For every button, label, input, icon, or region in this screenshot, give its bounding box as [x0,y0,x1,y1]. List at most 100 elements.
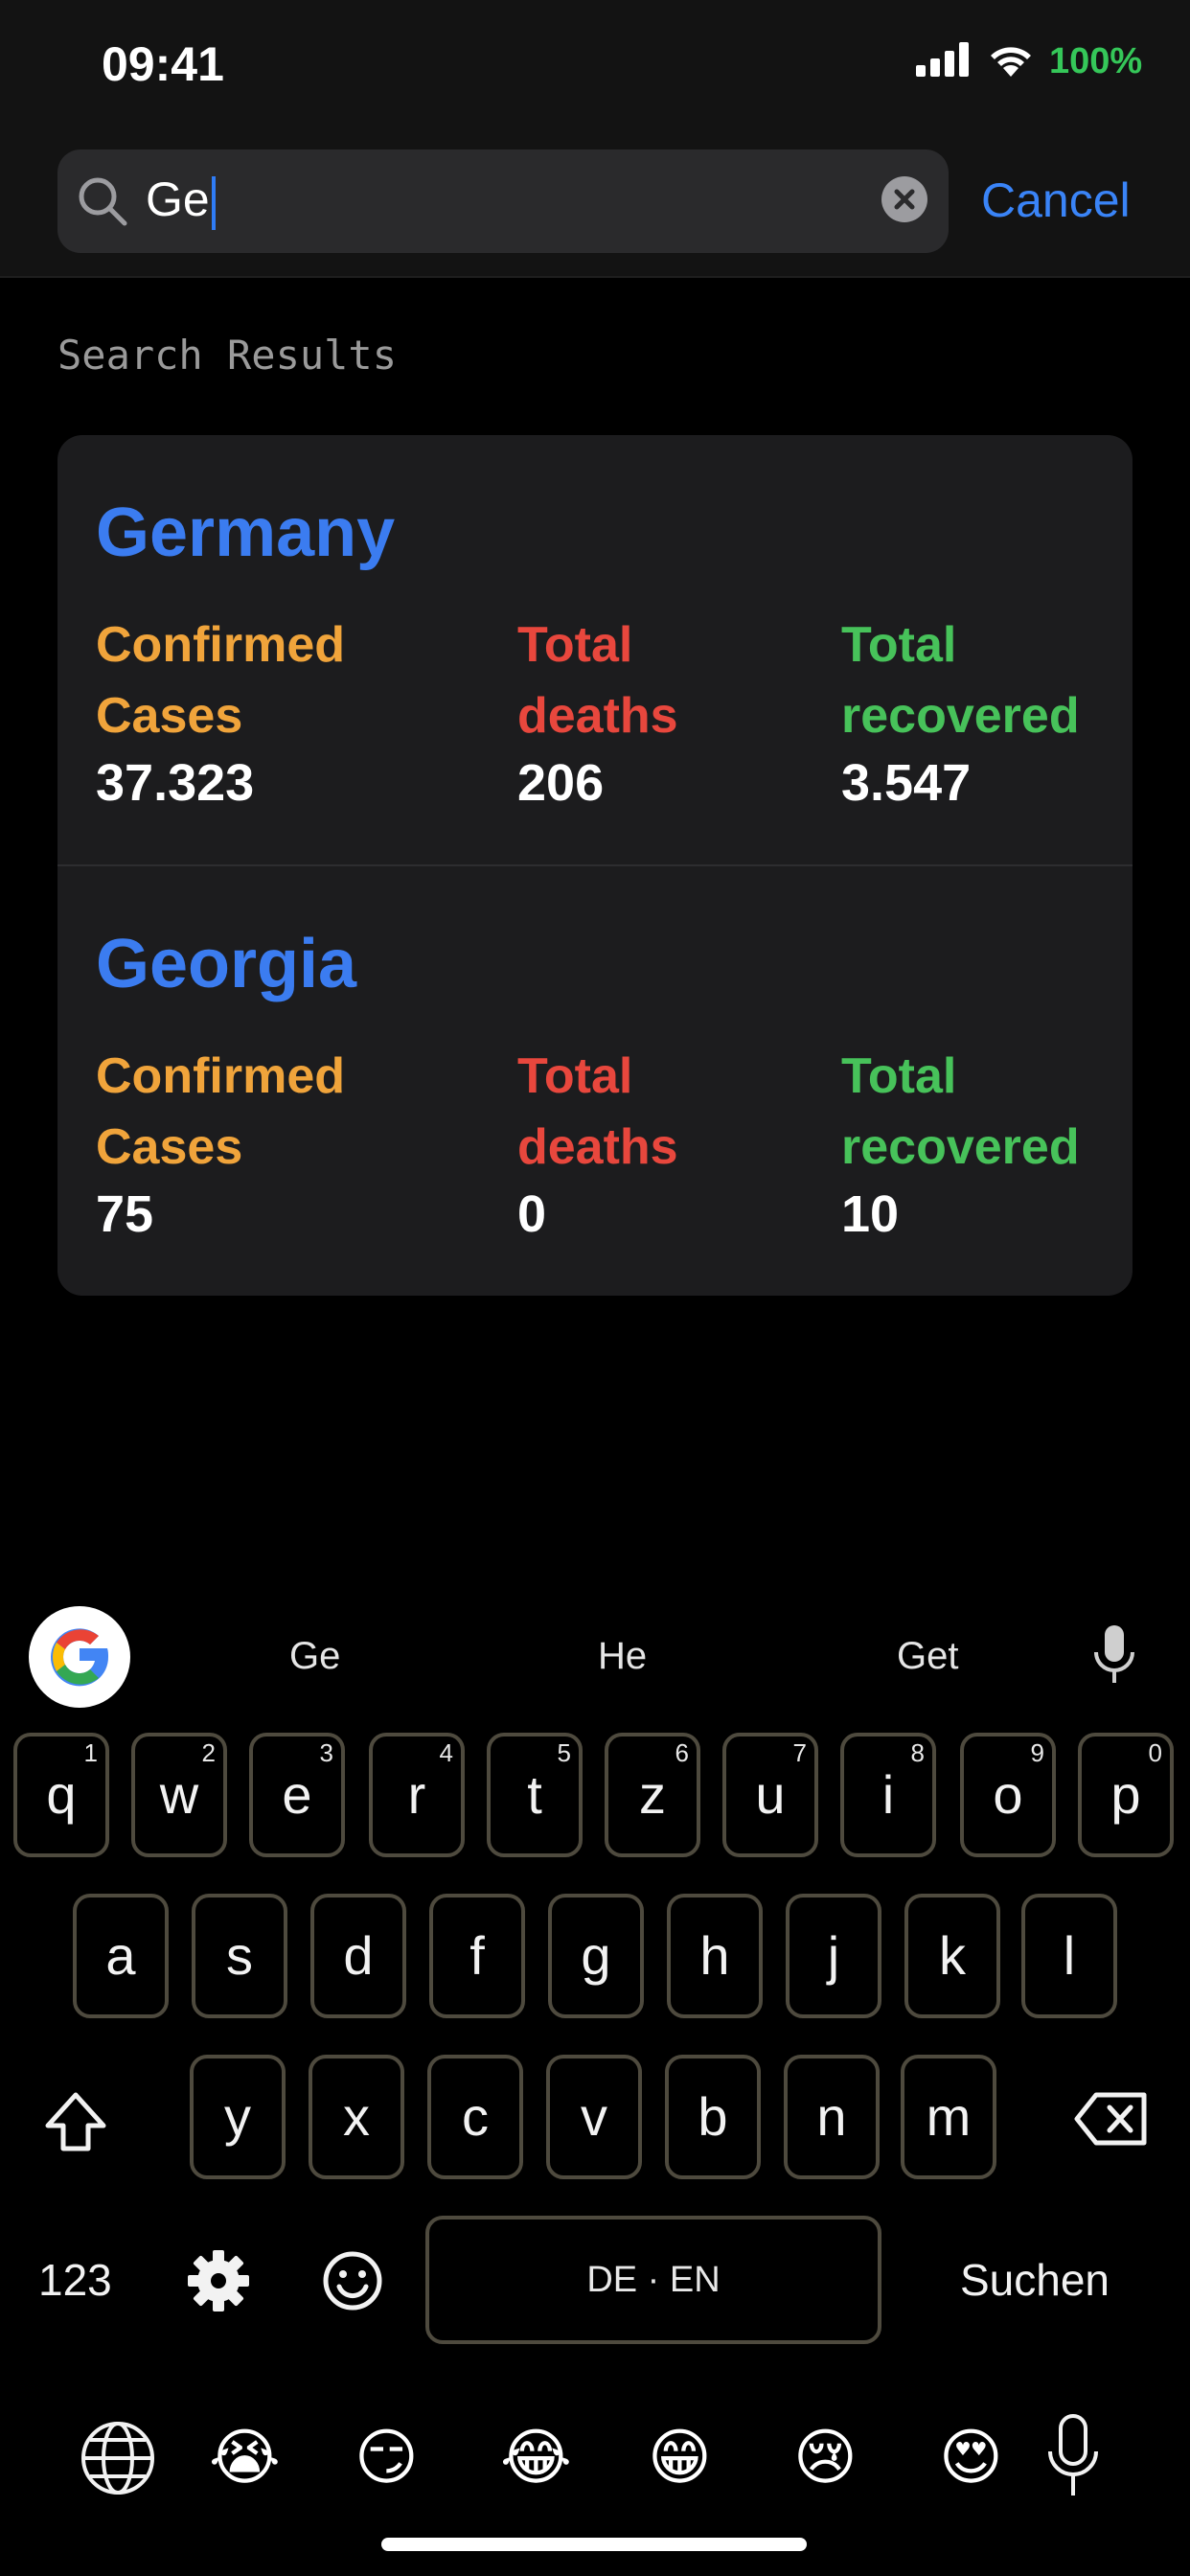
key-label: w [159,1764,199,1825]
deaths-label: Total deaths [517,617,678,744]
key-y[interactable]: y [190,2055,286,2179]
key-c[interactable]: c [427,2055,523,2179]
key-u[interactable]: u7 [722,1733,818,1857]
key-f[interactable]: f [429,1894,525,2018]
emoji-tears-of-joy[interactable]: 😂 [500,2419,572,2496]
key-g[interactable]: g [548,1894,644,2018]
recovered-label: Total recovered [841,617,1080,744]
cancel-button[interactable]: Cancel [981,172,1131,228]
key-number-hint: 5 [557,1738,571,1767]
key-l[interactable]: l [1021,1894,1117,2018]
google-logo-button[interactable] [29,1606,130,1708]
key-s[interactable]: s [192,1894,287,2018]
key-w[interactable]: w2 [131,1733,227,1857]
text-cursor [211,175,216,230]
key-a[interactable]: a [73,1894,169,2018]
suggestion[interactable]: Get [897,1635,958,1678]
confirmed-label: Confirmed Cases [96,1048,345,1175]
smiley-icon [323,2251,382,2311]
key-j[interactable]: j [786,1894,881,2018]
backspace-key[interactable] [1073,2091,1150,2151]
key-label: o [993,1764,1023,1825]
recovered-label: Total recovered [841,1048,1080,1175]
space-key[interactable]: DE · EN [425,2216,881,2344]
close-icon [894,189,915,210]
key-e[interactable]: e3 [249,1733,345,1857]
key-r[interactable]: r4 [369,1733,465,1857]
key-i[interactable]: i8 [840,1733,936,1857]
key-number-hint: 7 [792,1738,807,1767]
backspace-icon [1074,2092,1147,2146]
deaths-label: Total deaths [517,1048,678,1175]
recovered-value: 10 [841,1185,900,1243]
globe-key[interactable] [79,2419,157,2502]
microphone-icon [1048,2414,1098,2496]
key-number-hint: 9 [1030,1738,1044,1767]
key-q[interactable]: q1 [13,1733,109,1857]
search-icon [77,175,128,227]
key-label: q [46,1764,77,1825]
search-query-text: Ge [146,172,210,226]
key-d[interactable]: d [310,1894,406,2018]
suggestion[interactable]: He [598,1635,647,1678]
emoji-heart-eyes[interactable]: 😍 [939,2419,1003,2496]
key-b[interactable]: b [665,2055,761,2179]
deaths-value: 206 [517,754,605,812]
clear-search-button[interactable] [881,176,927,222]
key-number-hint: 4 [439,1738,453,1767]
confirmed-value: 75 [96,1185,154,1243]
deaths-value: 0 [517,1185,547,1243]
key-x[interactable]: x [309,2055,404,2179]
key-m[interactable]: m [901,2055,996,2179]
key-label: z [639,1764,666,1825]
key-label: e [282,1764,312,1825]
key-h[interactable]: h [667,1894,763,2018]
recovered-value: 3.547 [841,754,972,812]
key-z[interactable]: z6 [605,1733,700,1857]
cellular-signal-icon [916,42,970,81]
key-number-hint: 0 [1148,1738,1162,1767]
emoji-beaming[interactable]: 😁 [648,2419,712,2496]
shift-key[interactable] [42,2089,109,2161]
key-label: u [755,1764,786,1825]
numbers-key[interactable]: 123 [38,2254,112,2306]
dictation-key[interactable] [1044,2413,1102,2504]
settings-key[interactable] [186,2248,251,2318]
key-label: r [407,1764,426,1825]
search-query[interactable]: Ge [146,171,216,230]
confirmed-value: 37.323 [96,754,255,812]
confirmed-label: Confirmed Cases [96,617,345,744]
key-number-hint: 3 [319,1738,333,1767]
key-o[interactable]: o9 [960,1733,1056,1857]
suggestion[interactable]: Ge [289,1635,340,1678]
key-t[interactable]: t5 [487,1733,583,1857]
home-indicator[interactable] [381,2538,807,2551]
country-name: Georgia [96,926,357,1002]
key-number-hint: 8 [910,1738,925,1767]
key-k[interactable]: k [904,1894,1000,2018]
key-n[interactable]: n [784,2055,880,2179]
emoji-crying[interactable]: 😢 [793,2419,858,2496]
battery-percentage: 100% [1049,41,1143,81]
search-action-key[interactable]: Suchen [960,2254,1110,2306]
google-g-icon [51,1628,109,1687]
shift-icon [45,2092,106,2151]
key-label: i [881,1764,895,1825]
section-title: Search Results [57,332,398,379]
country-name: Germany [96,494,396,571]
wifi-icon [987,42,1035,83]
globe-icon [81,2422,154,2495]
key-label: t [527,1764,542,1825]
emoji-smirking[interactable]: 😏 [355,2419,419,2496]
key-v[interactable]: v [546,2055,642,2179]
microphone-icon[interactable] [1090,1623,1138,1691]
key-p[interactable]: p0 [1078,1733,1174,1857]
key-number-hint: 1 [83,1738,98,1767]
gear-icon [188,2250,249,2312]
key-number-hint: 6 [675,1738,689,1767]
key-number-hint: 2 [201,1738,216,1767]
emoji-loudly-crying[interactable]: 😭 [209,2419,281,2496]
emoji-key[interactable] [320,2248,385,2318]
key-label: p [1110,1764,1141,1825]
status-time: 09:41 [102,37,224,91]
